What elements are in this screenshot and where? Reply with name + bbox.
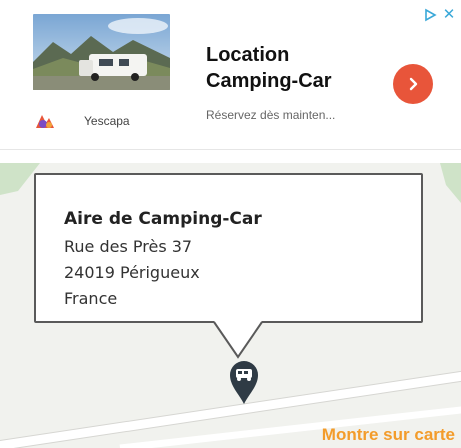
ad-title[interactable]: Location Camping-Car [206,42,366,94]
ad-subtitle: Réservez dès mainten... [206,108,336,122]
ad-image-camper[interactable] [33,14,170,90]
location-map[interactable]: Aire de Camping-Car Rue des Près 37 2401… [0,163,461,448]
ad-choices-icon[interactable] [421,6,439,24]
close-icon[interactable]: ✕ [441,5,457,23]
ad-cta-button[interactable] [393,64,433,104]
chevron-right-icon [409,77,418,91]
show-on-map-link[interactable]: Montre sur carte [322,425,455,445]
ad-brand-name: Yescapa [84,114,130,128]
yescapa-logo-icon [34,112,56,132]
camper-van-icon[interactable] [227,358,261,406]
ad-banner[interactable]: ✕ Location Camping-Car Réservez dès main… [0,0,461,150]
